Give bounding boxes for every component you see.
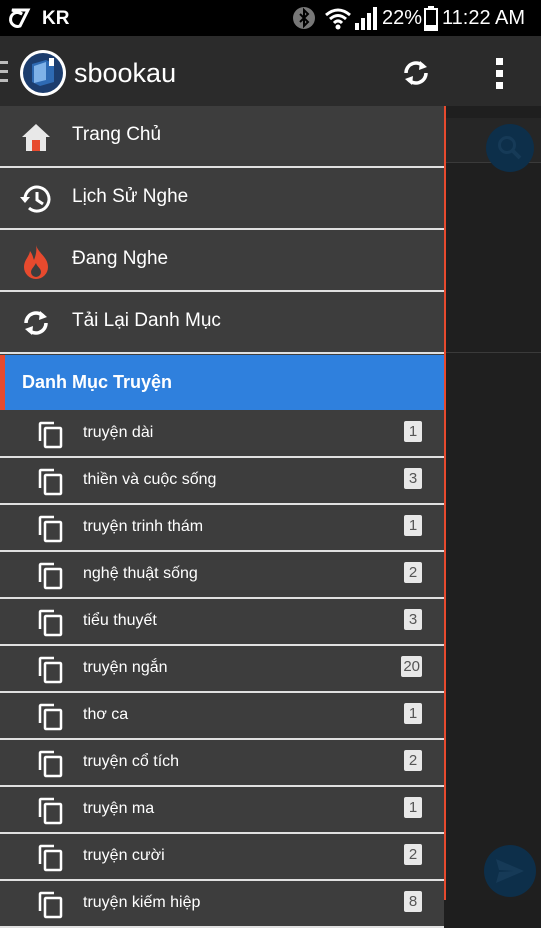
category-label: truyện trinh thám [83, 518, 204, 535]
category-count-badge: 20 [401, 656, 422, 677]
app-title: sbookau [74, 58, 177, 88]
category-count-badge: 1 [404, 515, 422, 536]
copy-icon [38, 562, 63, 590]
category-label: truyện ma [83, 800, 155, 817]
category-count-badge: 2 [404, 750, 422, 771]
category-item[interactable]: truyện cổ tích 2 [0, 740, 444, 787]
category-item[interactable]: truyện ngắn 20 [0, 646, 444, 693]
bluetooth-icon [293, 7, 315, 29]
category-label: thiền và cuộc sống [83, 471, 217, 488]
copy-icon [38, 468, 63, 496]
category-item[interactable]: truyện cười 2 [0, 834, 444, 881]
carrier-name: KR [42, 8, 70, 29]
section-accent [0, 355, 5, 410]
nav-label: Trang Chủ [72, 124, 162, 145]
flame-icon [24, 245, 48, 279]
copy-icon [38, 515, 63, 543]
nav-label: Tải Lại Danh Mục [72, 310, 221, 331]
category-count-badge: 2 [404, 844, 422, 865]
category-label: tiểu thuyết [83, 612, 157, 629]
nav-item-home[interactable]: Trang Chủ [0, 106, 444, 168]
category-count-badge: 1 [404, 703, 422, 724]
category-label: truyện cổ tích [83, 753, 180, 770]
copy-icon [38, 750, 63, 778]
category-item[interactable]: thơ ca 1 [0, 693, 444, 740]
copy-icon [38, 656, 63, 684]
category-label: truyện cười [83, 847, 165, 864]
section-title: Danh Mục Truyện [22, 372, 173, 392]
category-count-badge: 1 [404, 421, 422, 442]
battery-percent: 22% [382, 7, 423, 29]
refresh-icon [24, 311, 48, 335]
search-icon [498, 136, 522, 160]
category-section-header: Danh Mục Truyện [0, 355, 444, 410]
category-label: truyện dài [83, 424, 154, 441]
category-label: truyện ngắn [83, 659, 168, 676]
status-bar: KR 22% 11:22 AM [0, 0, 541, 36]
category-item[interactable]: truyện trinh thám 1 [0, 505, 444, 552]
category-count-badge: 2 [404, 562, 422, 583]
category-item[interactable]: thiền và cuộc sống 3 [0, 458, 444, 505]
category-count-badge: 3 [404, 468, 422, 489]
copy-icon [38, 609, 63, 637]
carrier-logo-icon [9, 8, 31, 28]
category-count-badge: 1 [404, 797, 422, 818]
wifi-icon [325, 8, 351, 30]
copy-icon [38, 844, 63, 872]
signal-icon [355, 7, 377, 30]
nav-item-reload-categories[interactable]: Tải Lại Danh Mục [0, 292, 444, 354]
category-item[interactable]: truyện dài 1 [0, 411, 444, 458]
copy-icon [38, 703, 63, 731]
clock: 11:22 AM [442, 7, 526, 29]
copy-icon [38, 421, 63, 449]
battery-icon [424, 6, 438, 31]
book-logo-icon [23, 53, 63, 93]
category-item[interactable]: tiểu thuyết 3 [0, 599, 444, 646]
category-label: truyện kiếm hiệp [83, 894, 201, 911]
copy-icon [38, 797, 63, 825]
category-label: nghệ thuật sống [83, 565, 198, 582]
nav-item-now-playing[interactable]: Đang Nghe [0, 230, 444, 292]
category-item[interactable]: truyện ma 1 [0, 787, 444, 834]
send-button[interactable] [484, 845, 536, 897]
home-icon [22, 124, 50, 151]
category-count-badge: 3 [404, 609, 422, 630]
divider [446, 352, 541, 353]
nav-label: Lịch Sử Nghe [72, 186, 189, 207]
search-button[interactable] [486, 124, 534, 172]
overflow-menu-icon[interactable] [494, 56, 506, 92]
category-item[interactable]: nghệ thuật sống 2 [0, 552, 444, 599]
copy-icon [38, 891, 63, 919]
menu-icon[interactable] [0, 58, 10, 86]
nav-label: Đang Nghe [72, 248, 169, 269]
nav-item-history[interactable]: Lịch Sử Nghe [0, 168, 444, 230]
category-count-badge: 8 [404, 891, 422, 912]
send-icon [496, 859, 524, 883]
sync-icon[interactable] [400, 57, 432, 89]
category-item[interactable]: truyện kiếm hiệp 8 [0, 881, 444, 928]
history-icon [20, 185, 51, 213]
app-logo [20, 50, 66, 96]
category-label: thơ ca [83, 706, 129, 723]
